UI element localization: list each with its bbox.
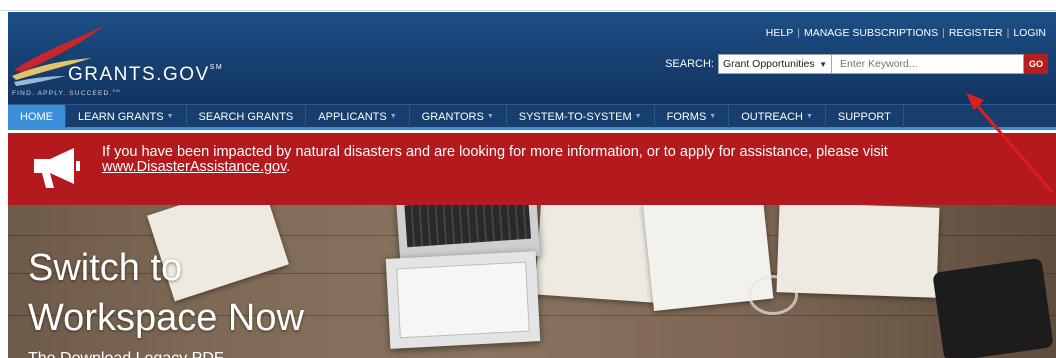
nav-item-outreach[interactable]: OUTREACH ▼ [729,105,826,128]
dropdown-arrow-icon: ▼ [486,113,494,120]
disaster-alert-banner: If you have been impacted by natural dis… [8,133,1056,205]
hero-tablet-image [385,251,541,349]
nav-item-home[interactable]: HOME [8,105,66,128]
hero-subtitle: The Download Legacy PDF [28,350,224,358]
page: GRANTS.GOVSM FIND. APPLY. SUCCEED.SM HEL… [0,0,1056,358]
megaphone-icon [34,148,80,188]
main-nav: HOME LEARN GRANTS ▼ SEARCH GRANTS APPLICA… [8,104,1056,130]
caret-down-icon: ▼ [819,59,827,69]
nav-item-grantors[interactable]: GRANTORS ▼ [410,105,507,128]
nav-item-search-grants[interactable]: SEARCH GRANTS [187,105,307,128]
separator: | [1006,27,1010,39]
alert-message: If you have been impacted by natural dis… [102,145,888,175]
utility-links: HELP | MANAGE SUBSCRIPTIONS | REGISTER |… [766,27,1046,39]
separator: | [797,27,800,39]
hero-title-line2: Workspace Now [28,297,304,339]
go-button[interactable]: GO [1024,54,1048,74]
grants-gov-logo[interactable]: GRANTS.GOVSM FIND. APPLY. SUCCEED.SM [8,24,248,98]
site-header: GRANTS.GOVSM FIND. APPLY. SUCCEED.SM HEL… [8,12,1056,104]
nav-item-forms[interactable]: FORMS ▼ [655,105,730,128]
login-link[interactable]: LOGIN [1013,27,1046,39]
brand-name: GRANTS.GOVSM [68,64,224,85]
dropdown-arrow-icon: ▼ [389,113,397,120]
nav-item-learn-grants[interactable]: LEARN GRANTS ▼ [66,105,187,128]
hero-paper-image [776,205,940,298]
nav-item-support[interactable]: SUPPORT [826,105,904,128]
separator: | [942,27,945,39]
hero-title-line1: Switch to [28,247,183,289]
alert-text: If you have been impacted by natural dis… [102,144,888,160]
alert-trailing: . [286,159,291,175]
hero-glass-image [748,275,798,315]
dropdown-arrow-icon: ▼ [634,113,642,120]
dropdown-arrow-icon: ▼ [805,113,813,120]
register-link[interactable]: REGISTER [949,27,1003,39]
brand-tagline: FIND. APPLY. SUCCEED.SM [12,88,121,98]
search-category-value: Grant Opportunities [723,58,815,70]
search-input[interactable] [832,54,1024,74]
disaster-assistance-link[interactable]: www.DisasterAssistance.gov [102,159,286,175]
manage-subscriptions-link[interactable]: MANAGE SUBSCRIPTIONS [804,27,938,39]
laptop-keyboard [404,205,532,248]
help-link[interactable]: HELP [766,27,793,39]
hero-banner[interactable]: Switch to Workspace Now The Download Leg… [8,205,1056,358]
dropdown-arrow-icon: ▼ [166,113,174,120]
hero-title: Switch to Workspace Now [28,243,304,343]
search-label: SEARCH: [665,58,714,70]
search-category-select[interactable]: Grant Opportunities ▼ [718,54,832,74]
nav-item-system-to-system[interactable]: SYSTEM-TO-SYSTEM ▼ [507,105,655,128]
hero-phone-image [932,257,1054,358]
tablet-screen [396,261,530,339]
nav-item-applicants[interactable]: APPLICANTS ▼ [306,105,410,128]
dropdown-arrow-icon: ▼ [709,113,717,120]
search-bar: SEARCH: Grant Opportunities ▼ GO [665,54,1048,74]
top-strip [0,0,1056,11]
